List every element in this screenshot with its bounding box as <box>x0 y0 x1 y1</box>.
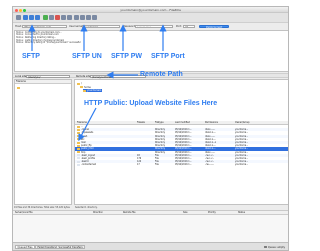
cell-name: .contactemail <box>81 163 96 167</box>
compare-icon[interactable] <box>80 15 85 20</box>
annotation-sftp-un: SFTP UN <box>72 53 102 60</box>
local-site-input[interactable]: /Users/you/ <box>26 74 70 79</box>
toggle-local-tree-icon[interactable] <box>29 15 34 20</box>
filter-icon[interactable] <box>74 15 79 20</box>
cell-modified: 05/12/2016 1... <box>175 163 192 167</box>
tab-queued-files[interactable]: Queued files <box>15 245 36 249</box>
cell-type: File <box>155 163 159 167</box>
transfer-queue: Server/Local file Direction Remote file Siz… <box>13 210 288 242</box>
port-input[interactable]: 22 <box>183 24 195 29</box>
local-pane: Filename <box>14 79 72 205</box>
filezilla-window: yourdomain@yourdomain.com - FileZilla Ho… <box>12 6 289 251</box>
folder-icon <box>17 87 20 89</box>
password-input[interactable]: •••••••••• <box>135 24 173 29</box>
host-label: Host: <box>15 25 22 28</box>
site-manager-icon[interactable] <box>16 15 21 20</box>
quickconnect-bar: Host: sftp://yourdomain.com Username: yo… <box>13 24 288 29</box>
queue-column-header[interactable]: Remote file <box>123 211 135 214</box>
log-line-kind: Status: <box>16 41 24 45</box>
table-row[interactable]: .contactemail 17 File 05/12/2016 1... -rw---… <box>75 163 288 166</box>
log-line-text: Directory listing of "/home/yourdomain" … <box>25 41 81 45</box>
tab-successful-transfers[interactable]: Successful transfers <box>56 245 86 249</box>
folder-icon <box>83 89 86 92</box>
queue-column-header[interactable]: Size <box>183 211 188 214</box>
refresh-icon[interactable] <box>43 15 48 20</box>
remote-site-input[interactable]: /home/yourdomain <box>90 74 146 79</box>
annotation-http-public: HTTP Public: Upload Website Files Here <box>84 100 218 107</box>
annotation-sftp-pw: SFTP PW <box>111 53 142 60</box>
toolbar <box>13 13 288 23</box>
message-log: Status:Connecting to yourdomain.com... St… <box>14 30 288 72</box>
toggle-log-icon[interactable] <box>23 15 28 20</box>
queue-status-text: Queue: empty <box>267 245 285 249</box>
search-icon[interactable] <box>92 15 97 20</box>
queue-column-header[interactable]: Status <box>238 211 245 214</box>
remote-file-list: .. .cpanel Directory 05/12/2016 1... drwx---… <box>75 125 288 166</box>
queue-status: Queue: empty <box>264 246 285 249</box>
remote-status: Selected 1 directory. <box>75 206 98 209</box>
annotation-sftp-port: SFTP Port <box>151 53 185 60</box>
column-header[interactable]: Filetype <box>155 121 164 124</box>
folder-icon <box>80 86 83 88</box>
file-list-header: Filename Filesize Filetype Last modified Per… <box>75 121 288 125</box>
local-status: 19 files and 36 directories. Total size:… <box>14 206 70 209</box>
column-header[interactable]: Permissions <box>205 121 218 124</box>
tree-node-yourdomain[interactable]: yourdomain <box>83 89 103 92</box>
annotation-sftp: SFTP <box>22 53 40 60</box>
lock-icon <box>264 245 267 249</box>
remote-pane: / home yourdomain Filename Filesize Filety… <box>74 79 288 205</box>
username-label: Username: <box>69 25 84 28</box>
tab-failed-transfers[interactable]: Failed transfers <box>35 245 59 249</box>
quickconnect-button[interactable]: Quickconnect <box>199 24 229 28</box>
cell-size: 17 <box>137 163 140 167</box>
port-label: Port: <box>176 25 183 28</box>
queue-column-header[interactable]: Direction <box>93 211 103 214</box>
tree-node-label: yourdomain <box>87 89 102 92</box>
window-title: yourdomain@yourdomain.com - FileZilla <box>120 8 181 12</box>
cell-owner: yourdoma... <box>235 163 249 167</box>
sync-browse-icon[interactable] <box>86 15 91 20</box>
reconnect-icon[interactable] <box>67 15 72 20</box>
remote-site-label: Remote site: <box>76 75 92 78</box>
queue-header: Server/Local file Direction Remote file Siz… <box>13 211 288 215</box>
column-header[interactable]: Filesize <box>137 121 145 124</box>
cancel-icon[interactable] <box>55 15 60 20</box>
log-line: Status:Directory listing of "/home/yourd… <box>16 41 287 45</box>
queue-tabs: Queued files Failed transfers Successful… <box>13 242 288 250</box>
cell-perms: -rw------- <box>205 163 215 167</box>
column-header[interactable]: Last modified <box>175 121 190 124</box>
username-input[interactable]: yourdomain <box>82 24 120 29</box>
folder-icon <box>77 82 80 85</box>
disconnect-icon[interactable] <box>61 15 66 20</box>
local-folder-node[interactable] <box>17 86 21 90</box>
annotation-remote-path: Remote Path <box>140 71 183 78</box>
local-filename-header[interactable]: Filename <box>15 80 71 84</box>
file-icon <box>77 163 80 166</box>
queue-column-header[interactable]: Server/Local file <box>15 211 33 214</box>
column-header[interactable]: Owner/Group <box>235 121 250 124</box>
process-queue-icon[interactable] <box>49 15 54 20</box>
toggle-remote-tree-icon[interactable] <box>35 15 40 20</box>
column-header[interactable]: Filename <box>77 121 87 124</box>
queue-column-header[interactable]: Priority <box>208 211 216 214</box>
host-input[interactable]: sftp://yourdomain.com <box>22 24 67 29</box>
